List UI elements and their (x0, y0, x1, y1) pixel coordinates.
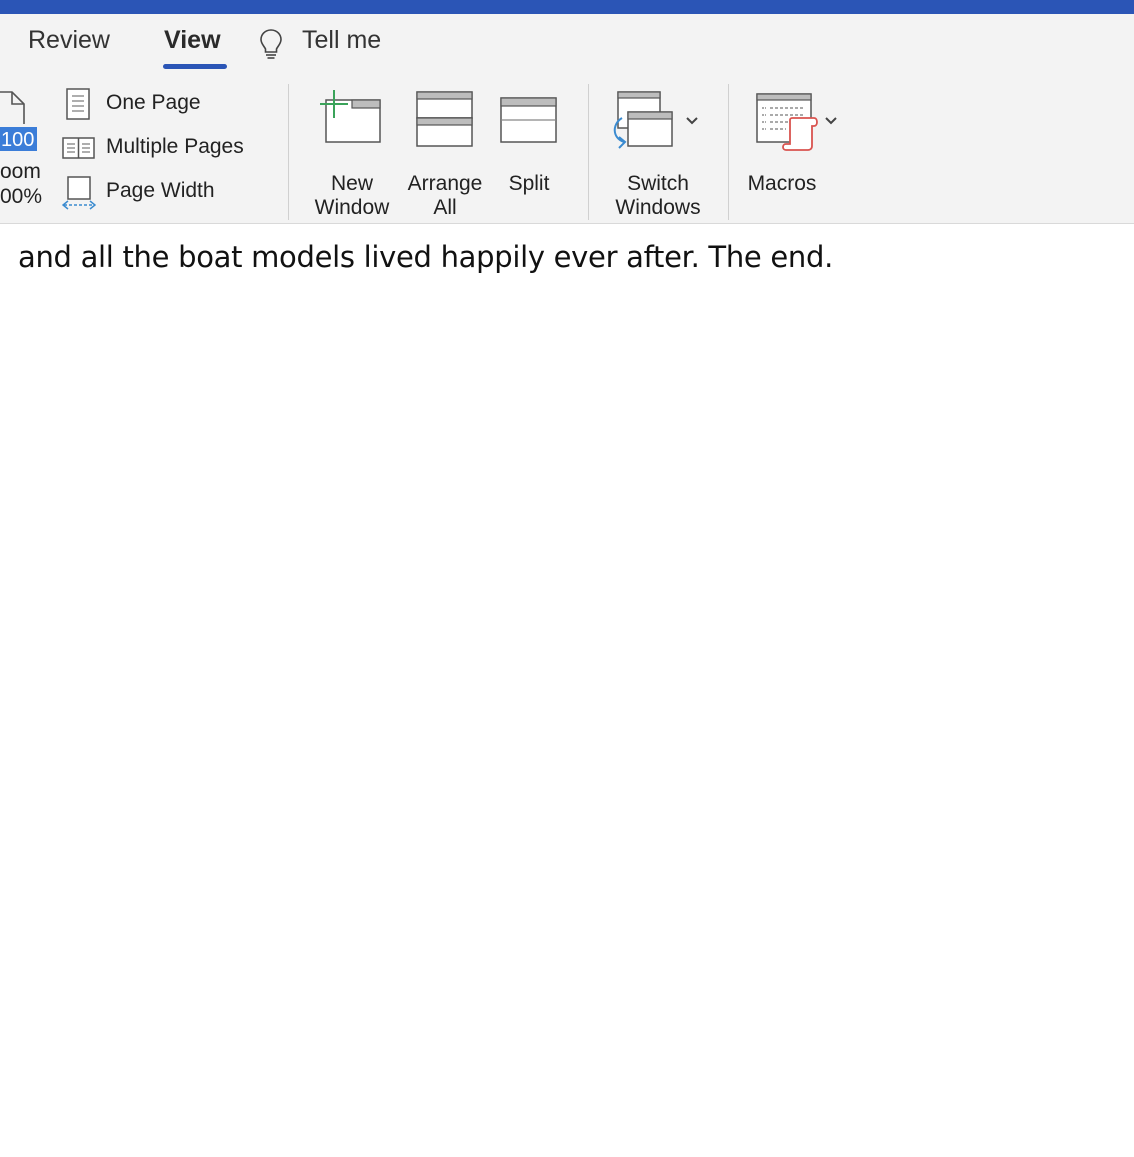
page-width-button[interactable]: Page Width (62, 176, 282, 210)
arrange-all-label-line2: All (433, 196, 457, 219)
macros-label: Macros (747, 172, 817, 195)
multiple-pages-label: Multiple Pages (106, 135, 244, 158)
macros-button[interactable]: Macros (748, 90, 844, 220)
zoom-percentage: 00% (0, 185, 43, 208)
group-divider (288, 84, 289, 220)
one-page-button[interactable]: One Page (62, 88, 282, 120)
tell-me-label: Tell me (302, 26, 382, 54)
page-width-label: Page Width (106, 179, 215, 202)
title-bar (0, 0, 1134, 14)
tab-view[interactable]: View (164, 26, 221, 55)
split-label: Split (508, 172, 550, 195)
active-tab-indicator (163, 64, 227, 69)
zoom-label: oom (0, 160, 41, 183)
switch-windows-icon (613, 91, 698, 149)
page-width-icon (62, 176, 96, 210)
new-window-label-line1: New (330, 172, 373, 195)
new-window-icon (320, 90, 381, 143)
switch-windows-label-line1: Switch (627, 172, 689, 195)
zoom-value-badge: 100 (1, 129, 34, 151)
arrange-all-button[interactable]: Arrange All (400, 90, 490, 220)
new-window-label-line2: Window (314, 196, 390, 219)
one-page-icon (66, 88, 90, 120)
new-window-button[interactable]: New Window (308, 90, 396, 220)
ribbon: Review View Tell me 100 oom 00% One Page (0, 14, 1134, 224)
arrange-all-label-line1: Arrange (407, 172, 483, 195)
macros-icon (756, 93, 837, 151)
lightbulb-icon (260, 29, 282, 59)
document-body-text[interactable]: and all the boat models lived happily ev… (18, 240, 833, 274)
switch-windows-label-line2: Windows (615, 196, 701, 219)
one-page-label: One Page (106, 91, 201, 114)
switch-windows-button[interactable]: Switch Windows (606, 90, 710, 220)
split-icon (500, 97, 557, 143)
split-button[interactable]: Split (498, 90, 560, 220)
group-divider (588, 84, 589, 220)
tab-review[interactable]: Review (28, 26, 110, 55)
arrange-all-icon (416, 91, 473, 147)
multiple-pages-button[interactable]: Multiple Pages (62, 132, 282, 164)
multiple-pages-icon (62, 137, 95, 159)
group-divider (728, 84, 729, 220)
zoom-page-icon[interactable]: 100 (0, 90, 40, 152)
